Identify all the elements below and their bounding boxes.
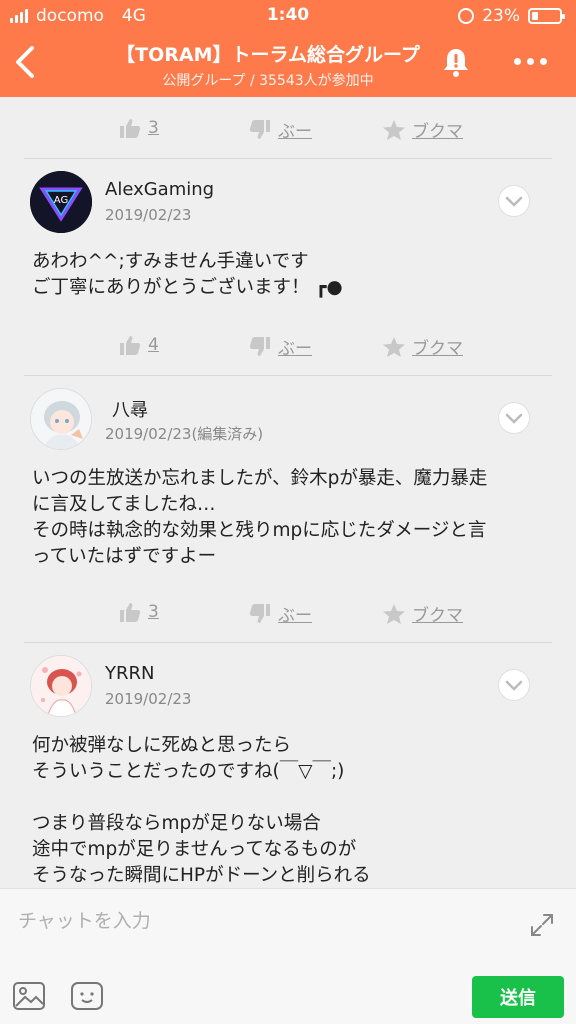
star-icon [383,119,405,140]
header-titles: 【TORAM】トーラム総合グループ 公開グループ / 35543人が参加中 [80,40,456,90]
alert-bell-button[interactable] [440,46,472,78]
like-count: 3 [148,602,159,622]
thumbs-down-icon [249,603,270,623]
like-count: 4 [148,335,159,355]
post-menu-button[interactable] [498,402,530,434]
bookmark-label: ブクマ [412,339,463,359]
group-title: 【TORAM】トーラム総合グループ [116,44,420,66]
anime-avatar-icon [31,389,91,449]
star-icon [383,336,405,357]
dislike-button[interactable]: ぶー [248,117,312,142]
like-count: 3 [148,118,159,138]
post-text: 何か被弾なしに死ぬと思ったら そういうことだったのですね(￣▽￣;) つまり普段… [32,735,371,886]
expand-button[interactable] [528,911,556,939]
thumbs-down-icon [249,336,270,356]
like-button[interactable]: 3 [118,601,159,623]
app-header: docomo 4G 1:40 23% 【TORAM】トーラム総合グループ 公開グ… [0,0,576,97]
message-feed[interactable]: 3 ぶー ブクマ AG AlexGaming 2019/02/23 あわわ^^;… [0,97,576,888]
bookmark-button[interactable]: ブクマ [382,601,463,626]
thumbs-down-icon [249,119,270,139]
dislike-label: ぶー [278,606,312,626]
image-button[interactable] [12,981,46,1011]
like-button[interactable]: 3 [118,117,159,139]
post-menu-button[interactable] [498,669,530,701]
post-date: 2019/02/23(編集済み) [105,425,264,443]
bell-alert-icon [444,49,468,77]
expand-icon [531,914,553,936]
post-actions: 4 ぶー ブクマ [0,326,576,366]
image-icon [13,982,45,1010]
divider [24,642,552,643]
back-button[interactable] [10,42,40,82]
divider [24,375,552,376]
star-icon [383,603,405,624]
dislike-label: ぶー [278,122,312,142]
chevron-left-icon [16,46,34,78]
chat-input[interactable] [18,903,498,939]
smiley-icon [71,982,103,1010]
avatar[interactable]: AG [30,171,92,233]
send-button[interactable]: 送信 [472,976,564,1018]
sticker-button[interactable] [70,981,104,1011]
chevron-down-icon [505,680,523,691]
avatar[interactable] [30,388,92,450]
bookmark-button[interactable]: ブクマ [382,117,463,142]
post-text: いつの生放送か忘れましたが、鈴木pが暴走、魔力暴走 に言及してましたね… その時… [32,468,488,567]
dot-icon [540,57,547,65]
avatar-text: AG [54,195,68,206]
thumbs-up-icon [120,119,141,138]
more-options-button[interactable] [514,54,554,68]
post-date: 2019/02/23 [105,206,192,224]
dot-icon [514,57,521,65]
thumbs-up-icon [120,336,141,355]
alexgaming-logo-icon: AG [30,171,92,233]
like-button[interactable]: 4 [118,334,159,356]
username[interactable]: YRRN [105,663,154,684]
dislike-button[interactable]: ぶー [248,601,312,626]
bookmark-button[interactable]: ブクマ [382,334,463,359]
rotation-lock-icon [458,8,475,24]
chat-composer: 送信 [0,888,576,1024]
dislike-label: ぶー [278,339,312,359]
avatar[interactable] [30,655,92,717]
bookmark-label: ブクマ [412,122,463,142]
username[interactable]: 八尋 [112,396,148,422]
dot-icon [527,57,534,65]
username[interactable]: AlexGaming [105,179,214,200]
bookmark-label: ブクマ [412,606,463,626]
post-menu-button[interactable] [498,185,530,217]
chevron-down-icon [505,196,523,207]
battery-icon [528,8,565,24]
divider [24,158,552,159]
group-subtitle: 公開グループ / 35543人が参加中 [162,73,374,89]
post-actions: 3 ぶー ブクマ [0,109,576,149]
post-actions: 3 ぶー ブクマ [0,593,576,633]
thumbs-up-icon [120,603,141,622]
chevron-down-icon [505,413,523,424]
anime-avatar-icon [31,656,91,716]
dislike-button[interactable]: ぶー [248,334,312,359]
post-text: あわわ^^;すみません手違いです ご丁寧にありがとうございます！ ┏● [32,251,343,298]
status-bar: docomo 4G 1:40 23% [0,0,576,30]
battery-percent: 23% [482,6,520,26]
post-date: 2019/02/23 [105,690,192,708]
